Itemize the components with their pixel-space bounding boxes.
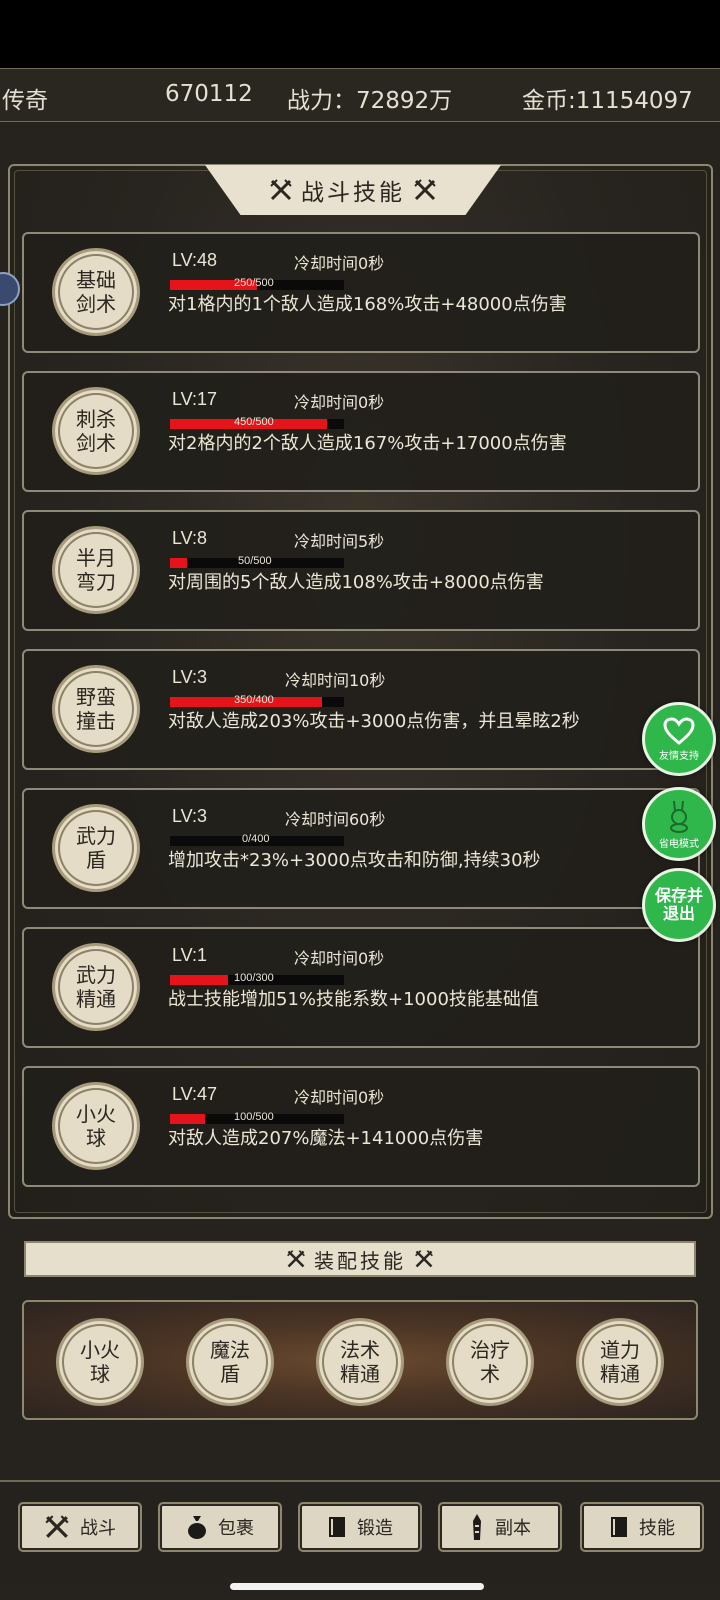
- skill-exp-text: 450/500: [234, 416, 274, 428]
- skill-cooldown: 冷却时间0秒: [294, 949, 385, 968]
- book-icon: [611, 1517, 627, 1537]
- skill-card[interactable]: 武力盾 LV:3 冷却时间60秒 0/400 增加攻击*23%+3000点攻击和…: [22, 788, 700, 909]
- skill-icon[interactable]: 武力盾: [52, 804, 140, 892]
- home-indicator[interactable]: [230, 1583, 484, 1590]
- skill-description: 对1格内的1个敌人造成168%攻击+48000点伤害: [168, 294, 567, 315]
- support-button[interactable]: 友情支持: [642, 702, 716, 776]
- nav-battle-label: 战斗: [80, 1518, 116, 1539]
- skill-exp-bar: 350/400: [170, 694, 344, 707]
- skill-exp-bar: 0/400: [170, 833, 344, 846]
- skill-exp-text: 50/500: [238, 555, 272, 567]
- save-exit-label: 保存并退出: [654, 886, 703, 923]
- skill-exp-bar: 250/500: [170, 277, 344, 290]
- skill-exp-text: 100/500: [234, 1111, 274, 1123]
- skill-cooldown: 冷却时间10秒: [285, 671, 386, 690]
- skill-description: 对敌人造成207%魔法+141000点伤害: [168, 1128, 484, 1149]
- equip-skills-title: 装配技能: [314, 1248, 406, 1273]
- equip-slot[interactable]: 魔法盾: [186, 1318, 274, 1406]
- book-icon: [329, 1517, 345, 1537]
- skill-cooldown: 冷却时间0秒: [294, 254, 385, 273]
- skill-card[interactable]: 小火球 LV:47 冷却时间0秒 100/500 对敌人造成207%魔法+141…: [22, 1066, 700, 1187]
- crossed-swords-icon: [415, 1250, 433, 1268]
- crossed-swords-icon: [270, 179, 292, 201]
- equip-slot[interactable]: 治疗术: [446, 1318, 534, 1406]
- skill-description: 对2格内的2个敌人造成167%攻击+17000点伤害: [168, 433, 567, 454]
- player-name: 传奇: [2, 88, 48, 114]
- nav-battle-button[interactable]: 战斗: [20, 1504, 140, 1550]
- skill-level: LV:8: [172, 528, 208, 548]
- panel-title: 战斗技能: [205, 165, 501, 215]
- skill-card[interactable]: 武力精通 LV:1 冷却时间0秒 100/300 战士技能增加51%技能系数+1…: [22, 927, 700, 1048]
- save-exit-button[interactable]: 保存并退出: [642, 868, 716, 942]
- skill-level: LV:48: [172, 250, 218, 270]
- equip-slot[interactable]: 道力精通: [576, 1318, 664, 1406]
- skill-exp-fill: [170, 1114, 205, 1124]
- skill-exp-fill: [170, 975, 228, 985]
- skill-level: LV:47: [172, 1084, 218, 1104]
- skill-description: 对周围的5个敌人造成108%攻击+8000点伤害: [168, 572, 544, 593]
- combat-power: 战力：72892万: [287, 88, 453, 114]
- equip-slot[interactable]: 法术精通: [316, 1318, 404, 1406]
- equipped-skills-panel: 小火球 魔法盾 法术精通 治疗术 道力精通: [22, 1300, 698, 1420]
- skill-icon[interactable]: 野蛮撞击: [52, 665, 140, 753]
- skill-exp-fill: [170, 558, 188, 568]
- skill-exp-bar: 450/500: [170, 416, 344, 429]
- nav-skills-button[interactable]: 技能: [582, 1504, 702, 1550]
- nav-forge-label: 锻造: [357, 1518, 393, 1539]
- skill-exp-text: 350/400: [234, 694, 274, 706]
- skill-card[interactable]: 野蛮撞击 LV:3 冷却时间10秒 350/400 对敌人造成203%攻击+30…: [22, 649, 700, 770]
- skill-exp-text: 100/300: [234, 972, 274, 984]
- crossed-swords-icon: [45, 1515, 69, 1538]
- nav-bag-label: 包裹: [218, 1518, 254, 1539]
- nav-bag-button[interactable]: 包裹: [160, 1504, 280, 1550]
- skill-cooldown: 冷却时间60秒: [285, 810, 386, 829]
- player-id: 670112: [165, 81, 253, 107]
- skill-exp-text: 0/400: [242, 833, 270, 845]
- nav-forge-button[interactable]: 锻造: [300, 1504, 420, 1550]
- skill-card[interactable]: 基础剑术 LV:48 冷却时间0秒 250/500 对1格内的1个敌人造成168…: [22, 232, 700, 353]
- skill-description: 战士技能增加51%技能系数+1000技能基础值: [168, 989, 539, 1010]
- top-info-bar: 传奇 670112 战力：72892万 金币:11154097: [0, 68, 720, 122]
- status-bar: [0, 0, 720, 68]
- skill-description: 增加攻击*23%+3000点攻击和防御,持续30秒: [168, 850, 541, 871]
- skill-exp-bar: 100/500: [170, 1111, 344, 1124]
- skill-icon[interactable]: 基础剑术: [52, 248, 140, 336]
- skill-card[interactable]: 半月弯刀 LV:8 冷却时间5秒 50/500 对周围的5个敌人造成108%攻击…: [22, 510, 700, 631]
- skill-icon[interactable]: 武力精通: [52, 943, 140, 1031]
- equip-slot[interactable]: 小火球: [56, 1318, 144, 1406]
- skill-card[interactable]: 刺杀剑术 LV:17 冷却时间0秒 450/500 对2格内的2个敌人造成167…: [22, 371, 700, 492]
- heart-icon: [663, 716, 695, 745]
- panel-title-text: 战斗技能: [301, 180, 405, 206]
- skill-description: 对敌人造成203%攻击+3000点伤害，并且晕眩2秒: [168, 711, 580, 732]
- power-save-button[interactable]: 省电模式: [642, 787, 716, 861]
- skill-cooldown: 冷却时间0秒: [294, 393, 385, 412]
- skill-level: LV:17: [172, 389, 218, 409]
- equip-skills-header: 装配技能: [24, 1241, 696, 1277]
- tower-icon: [473, 1514, 481, 1540]
- nav-dungeon-button[interactable]: 副本: [440, 1504, 560, 1550]
- skill-level: LV:3: [172, 806, 208, 826]
- nav-dungeon-label: 副本: [495, 1518, 531, 1539]
- skill-exp-text: 250/500: [234, 277, 274, 289]
- money-bag-icon: [188, 1516, 206, 1539]
- skill-icon[interactable]: 半月弯刀: [52, 526, 140, 614]
- bottom-nav: 战斗 包裹 锻造 副本 技能: [0, 1480, 720, 1578]
- skill-icon[interactable]: 小火球: [52, 1082, 140, 1170]
- power-save-label: 省电模式: [659, 838, 699, 850]
- skill-exp-bar: 100/300: [170, 972, 344, 985]
- support-label: 友情支持: [659, 750, 699, 762]
- crossed-swords-icon: [287, 1250, 305, 1268]
- skill-cooldown: 冷却时间5秒: [294, 532, 385, 551]
- skill-level: LV:3: [172, 667, 208, 687]
- skill-cooldown: 冷却时间0秒: [294, 1088, 385, 1107]
- skill-exp-bar: 50/500: [170, 555, 344, 568]
- nav-skills-label: 技能: [639, 1518, 675, 1539]
- skill-level: LV:1: [172, 945, 208, 965]
- gold-amount: 金币:11154097: [522, 88, 693, 114]
- skill-icon[interactable]: 刺杀剑术: [52, 387, 140, 475]
- crossed-swords-icon: [414, 179, 436, 201]
- rabbit-icon: [670, 800, 688, 833]
